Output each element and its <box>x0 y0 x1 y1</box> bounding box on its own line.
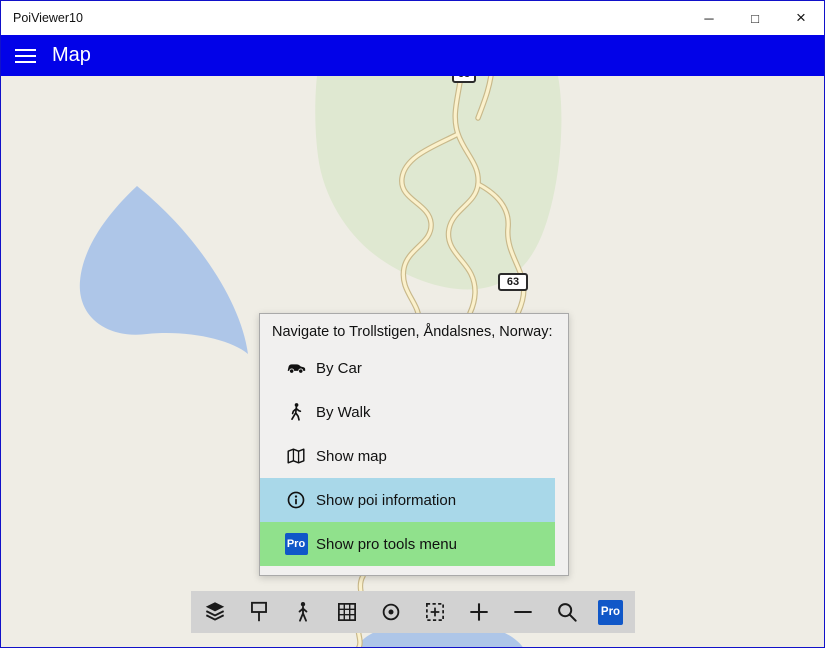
maximize-button[interactable]: □ <box>732 1 778 35</box>
titlebar: PoiViewer10 ─ □ × <box>1 1 824 35</box>
grid-select-button[interactable] <box>413 591 457 633</box>
pro-badge-icon: Pro <box>285 533 308 555</box>
grid-select-icon <box>422 599 448 625</box>
hamburger-icon <box>15 49 36 51</box>
walk-icon <box>284 401 308 423</box>
car-icon <box>284 357 308 379</box>
close-button[interactable]: × <box>778 1 824 35</box>
person-icon <box>290 599 316 625</box>
route-sign-63: 63 <box>498 273 528 291</box>
zoom-in-button[interactable] <box>457 591 501 633</box>
search-icon <box>554 599 580 625</box>
signpost-icon <box>246 599 272 625</box>
building-grid-icon <box>334 599 360 625</box>
menu-item-show-pro-tools[interactable]: Pro Show pro tools menu <box>260 522 555 566</box>
route-sign-top-clipped: 63 <box>452 76 476 83</box>
menu-item-label: Show pro tools menu <box>316 536 457 553</box>
appbar: Map <box>1 35 824 76</box>
map-toolbar: Pro <box>191 591 635 633</box>
target-icon <box>378 599 404 625</box>
map-canvas[interactable]: 63 63 Navigate to Trollstigen, Åndalsnes… <box>1 76 824 647</box>
pro-tools-button[interactable]: Pro <box>589 591 633 633</box>
window-title: PoiViewer10 <box>13 11 83 25</box>
signpost-button[interactable] <box>237 591 281 633</box>
minimize-icon: ─ <box>704 11 713 26</box>
menu-item-label: By Car <box>316 360 362 377</box>
pro-icon: Pro <box>598 600 623 625</box>
maximize-icon: □ <box>751 11 759 26</box>
menu-item-label: Show poi information <box>316 492 456 509</box>
target-button[interactable] <box>369 591 413 633</box>
menu-item-by-car[interactable]: By Car <box>260 346 555 390</box>
page-title: Map <box>52 44 91 67</box>
layers-button[interactable] <box>193 591 237 633</box>
menu-item-label: By Walk <box>316 404 370 421</box>
zoom-in-icon <box>466 599 492 625</box>
info-icon <box>284 489 308 511</box>
app-window: PoiViewer10 ─ □ × Map <box>0 0 825 648</box>
close-icon: × <box>796 8 806 28</box>
hamburger-menu-button[interactable] <box>1 35 49 76</box>
navigate-context-menu: Navigate to Trollstigen, Åndalsnes, Norw… <box>259 313 569 576</box>
layers-icon <box>202 599 228 625</box>
map-icon <box>284 445 308 467</box>
building-grid-button[interactable] <box>325 591 369 633</box>
minimize-button[interactable]: ─ <box>686 1 732 35</box>
menu-item-show-poi-information[interactable]: Show poi information <box>260 478 555 522</box>
menu-item-show-map[interactable]: Show map <box>260 434 555 478</box>
search-button[interactable] <box>545 591 589 633</box>
zoom-out-icon <box>510 599 536 625</box>
zoom-out-button[interactable] <box>501 591 545 633</box>
menu-item-label: Show map <box>316 448 387 465</box>
window-controls: ─ □ × <box>686 1 824 35</box>
navigate-menu-title: Navigate to Trollstigen, Åndalsnes, Norw… <box>260 314 568 346</box>
menu-item-by-walk[interactable]: By Walk <box>260 390 555 434</box>
person-button[interactable] <box>281 591 325 633</box>
